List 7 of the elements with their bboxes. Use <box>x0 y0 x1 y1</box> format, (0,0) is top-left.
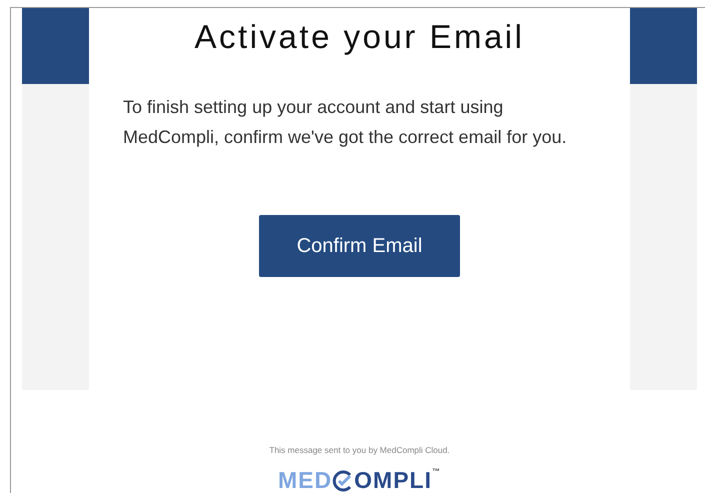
email-message: To finish setting up your account and start using MedCompli, confirm we've got the correct email for you. <box>122 96 568 149</box>
footer-note: This message sent to you by MedCompli Cloud. <box>269 445 450 455</box>
trademark-mark: ™ <box>432 467 441 476</box>
email-title: Activate your Email <box>194 18 524 56</box>
confirm-email-button[interactable]: Confirm Email <box>259 215 460 277</box>
logo-text: MED <box>278 467 332 493</box>
logo-text: OMPLI <box>354 467 432 493</box>
